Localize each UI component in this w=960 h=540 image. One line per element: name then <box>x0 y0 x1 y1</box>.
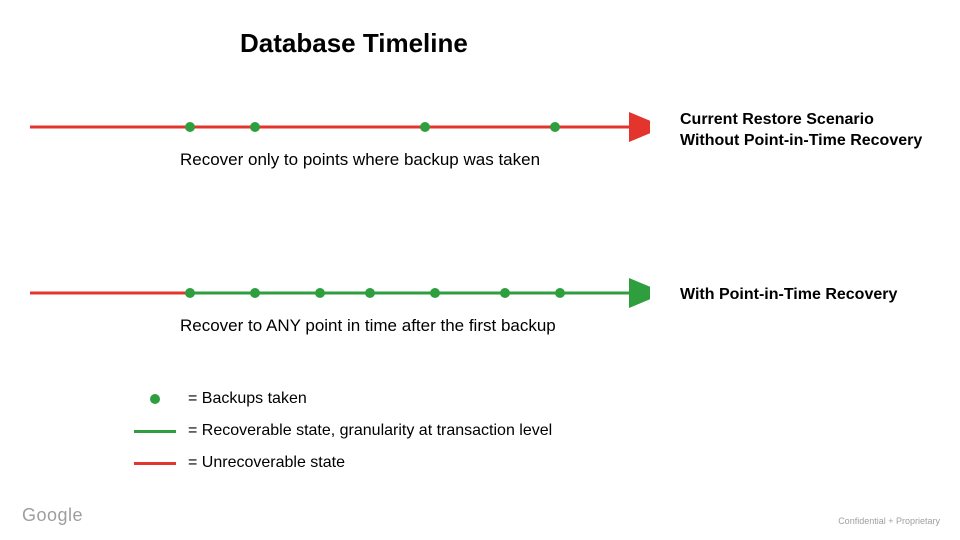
timeline2-caption: Recover to ANY point in time after the f… <box>180 316 556 336</box>
backup-dot-icon <box>550 122 560 132</box>
timeline1-label: Current Restore Scenario Without Point-i… <box>680 110 950 152</box>
slide-title: Database Timeline <box>240 28 468 59</box>
legend-row-unrecoverable: = Unrecoverable state <box>130 454 552 472</box>
backup-dot-icon <box>555 288 565 298</box>
timeline2-label: With Point-in-Time Recovery <box>680 285 950 306</box>
backup-dot-icon <box>500 288 510 298</box>
backup-dot-icon <box>315 288 325 298</box>
unrecoverable-line-icon <box>130 462 180 465</box>
legend: = Backups taken = Recoverable state, gra… <box>130 390 552 486</box>
legend-row-backups: = Backups taken <box>130 390 552 408</box>
timeline1-caption: Recover only to points where backup was … <box>180 150 540 170</box>
timeline-with-pitr <box>30 278 650 308</box>
timeline1-label-line1: Current Restore Scenario <box>680 111 874 128</box>
legend-unrecoverable-label: = Unrecoverable state <box>188 454 345 472</box>
confidential-note: Confidential + Proprietary <box>838 516 940 526</box>
legend-recoverable-label: = Recoverable state, granularity at tran… <box>188 422 552 440</box>
backup-dot-icon <box>365 288 375 298</box>
backup-dot-icon <box>420 122 430 132</box>
google-logo: Google <box>22 505 83 526</box>
legend-row-recoverable: = Recoverable state, granularity at tran… <box>130 422 552 440</box>
backup-dot-icon <box>130 394 180 404</box>
backup-dot-icon <box>185 122 195 132</box>
timeline-without-pitr <box>30 112 650 142</box>
legend-backups-label: = Backups taken <box>188 390 307 408</box>
backup-dot-icon <box>185 288 195 298</box>
recoverable-line-icon <box>130 430 180 433</box>
backup-dot-icon <box>250 122 260 132</box>
timeline1-label-line2: Without Point-in-Time Recovery <box>680 132 922 149</box>
backup-dot-icon <box>430 288 440 298</box>
backup-dot-icon <box>250 288 260 298</box>
